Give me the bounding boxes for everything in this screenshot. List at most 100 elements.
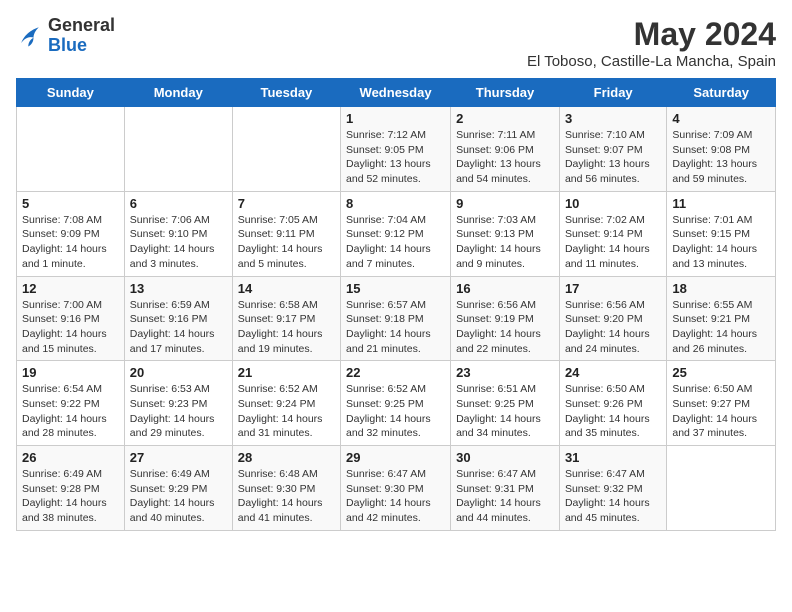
weekday-header-friday: Friday	[559, 79, 666, 107]
day-info: Sunrise: 6:57 AM Sunset: 9:18 PM Dayligh…	[346, 298, 445, 357]
day-number: 17	[565, 281, 661, 296]
calendar-cell: 25 Sunrise: 6:50 AM Sunset: 9:27 PM Dayli…	[667, 361, 776, 446]
calendar-cell: 20Sunrise: 6:53 AM Sunset: 9:23 PM Dayli…	[124, 361, 232, 446]
calendar-week-5: 26 Sunrise: 6:49 AM Sunset: 9:28 PM Dayli…	[17, 446, 776, 531]
day-number: 12	[22, 281, 119, 296]
day-info: Sunrise: 6:47 AM Sunset: 9:32 PM Dayligh…	[565, 467, 661, 526]
logo-text: General Blue	[48, 16, 115, 56]
day-info: Sunrise: 6:52 AM Sunset: 9:25 PM Dayligh…	[346, 382, 445, 441]
calendar-table: SundayMondayTuesdayWednesdayThursdayFrid…	[16, 78, 776, 531]
logo: General Blue	[16, 16, 115, 56]
day-number: 16	[456, 281, 554, 296]
calendar-cell: 8 Sunrise: 7:04 AM Sunset: 9:12 PM Daylig…	[341, 191, 451, 276]
day-number: 26	[22, 450, 119, 465]
location-title: El Toboso, Castille-La Mancha, Spain	[527, 53, 776, 70]
day-info: Sunrise: 6:56 AM Sunset: 9:20 PM Dayligh…	[565, 298, 661, 357]
calendar-cell: 5 Sunrise: 7:08 AM Sunset: 9:09 PM Daylig…	[17, 191, 125, 276]
day-number: 13	[130, 281, 227, 296]
day-info: Sunrise: 7:05 AM Sunset: 9:11 PM Dayligh…	[238, 213, 335, 272]
calendar-cell: 29 Sunrise: 6:47 AM Sunset: 9:30 PM Dayli…	[341, 446, 451, 531]
calendar-cell: 19 Sunrise: 6:54 AM Sunset: 9:22 PM Dayli…	[17, 361, 125, 446]
calendar-cell: 1 Sunrise: 7:12 AM Sunset: 9:05 PM Daylig…	[341, 107, 451, 192]
day-info: Sunrise: 7:11 AM Sunset: 9:06 PM Dayligh…	[456, 128, 554, 187]
calendar-cell: 16Sunrise: 6:56 AM Sunset: 9:19 PM Dayli…	[451, 276, 560, 361]
day-number: 7	[238, 196, 335, 211]
calendar-week-2: 5 Sunrise: 7:08 AM Sunset: 9:09 PM Daylig…	[17, 191, 776, 276]
calendar-header: SundayMondayTuesdayWednesdayThursdayFrid…	[17, 79, 776, 107]
calendar-cell: 4Sunrise: 7:09 AM Sunset: 9:08 PM Daylig…	[667, 107, 776, 192]
day-number: 8	[346, 196, 445, 211]
day-number: 31	[565, 450, 661, 465]
day-info: Sunrise: 6:58 AM Sunset: 9:17 PM Dayligh…	[238, 298, 335, 357]
day-number: 29	[346, 450, 445, 465]
calendar-cell: 10Sunrise: 7:02 AM Sunset: 9:14 PM Dayli…	[559, 191, 666, 276]
day-info: Sunrise: 6:50 AM Sunset: 9:26 PM Dayligh…	[565, 382, 661, 441]
day-info: Sunrise: 7:04 AM Sunset: 9:12 PM Dayligh…	[346, 213, 445, 272]
day-info: Sunrise: 6:51 AM Sunset: 9:25 PM Dayligh…	[456, 382, 554, 441]
calendar-cell: 7 Sunrise: 7:05 AM Sunset: 9:11 PM Daylig…	[232, 191, 340, 276]
day-info: Sunrise: 7:08 AM Sunset: 9:09 PM Dayligh…	[22, 213, 119, 272]
calendar-cell: 22 Sunrise: 6:52 AM Sunset: 9:25 PM Dayli…	[341, 361, 451, 446]
day-number: 10	[565, 196, 661, 211]
day-number: 3	[565, 111, 661, 126]
day-info: Sunrise: 6:55 AM Sunset: 9:21 PM Dayligh…	[672, 298, 770, 357]
day-info: Sunrise: 7:12 AM Sunset: 9:05 PM Dayligh…	[346, 128, 445, 187]
day-number: 23	[456, 365, 554, 380]
calendar-cell: 26 Sunrise: 6:49 AM Sunset: 9:28 PM Dayli…	[17, 446, 125, 531]
weekday-header-sunday: Sunday	[17, 79, 125, 107]
weekday-header-thursday: Thursday	[451, 79, 560, 107]
day-number: 25	[672, 365, 770, 380]
day-number: 27	[130, 450, 227, 465]
day-number: 28	[238, 450, 335, 465]
day-number: 1	[346, 111, 445, 126]
day-info: Sunrise: 7:00 AM Sunset: 9:16 PM Dayligh…	[22, 298, 119, 357]
day-info: Sunrise: 6:48 AM Sunset: 9:30 PM Dayligh…	[238, 467, 335, 526]
day-number: 22	[346, 365, 445, 380]
weekday-header-tuesday: Tuesday	[232, 79, 340, 107]
calendar-cell: 9Sunrise: 7:03 AM Sunset: 9:13 PM Daylig…	[451, 191, 560, 276]
logo-blue: Blue	[48, 35, 87, 55]
day-number: 15	[346, 281, 445, 296]
calendar-cell: 21Sunrise: 6:52 AM Sunset: 9:24 PM Dayli…	[232, 361, 340, 446]
calendar-cell: 12 Sunrise: 7:00 AM Sunset: 9:16 PM Dayli…	[17, 276, 125, 361]
calendar-cell: 14Sunrise: 6:58 AM Sunset: 9:17 PM Dayli…	[232, 276, 340, 361]
logo-icon	[16, 22, 44, 50]
weekday-header-wednesday: Wednesday	[341, 79, 451, 107]
day-info: Sunrise: 7:10 AM Sunset: 9:07 PM Dayligh…	[565, 128, 661, 187]
calendar-cell	[124, 107, 232, 192]
calendar-cell: 3 Sunrise: 7:10 AM Sunset: 9:07 PM Daylig…	[559, 107, 666, 192]
calendar-cell: 27Sunrise: 6:49 AM Sunset: 9:29 PM Dayli…	[124, 446, 232, 531]
day-number: 21	[238, 365, 335, 380]
weekday-header-saturday: Saturday	[667, 79, 776, 107]
calendar-week-3: 12 Sunrise: 7:00 AM Sunset: 9:16 PM Dayli…	[17, 276, 776, 361]
day-number: 5	[22, 196, 119, 211]
day-info: Sunrise: 7:09 AM Sunset: 9:08 PM Dayligh…	[672, 128, 770, 187]
day-info: Sunrise: 6:49 AM Sunset: 9:28 PM Dayligh…	[22, 467, 119, 526]
day-info: Sunrise: 7:06 AM Sunset: 9:10 PM Dayligh…	[130, 213, 227, 272]
calendar-cell: 18 Sunrise: 6:55 AM Sunset: 9:21 PM Dayli…	[667, 276, 776, 361]
day-number: 6	[130, 196, 227, 211]
day-number: 2	[456, 111, 554, 126]
page-header: General Blue May 2024 El Toboso, Castill…	[16, 16, 776, 70]
day-number: 11	[672, 196, 770, 211]
day-info: Sunrise: 6:50 AM Sunset: 9:27 PM Dayligh…	[672, 382, 770, 441]
calendar-cell: 6 Sunrise: 7:06 AM Sunset: 9:10 PM Daylig…	[124, 191, 232, 276]
day-number: 30	[456, 450, 554, 465]
day-number: 9	[456, 196, 554, 211]
calendar-cell: 15 Sunrise: 6:57 AM Sunset: 9:18 PM Dayli…	[341, 276, 451, 361]
day-info: Sunrise: 6:47 AM Sunset: 9:30 PM Dayligh…	[346, 467, 445, 526]
day-info: Sunrise: 6:54 AM Sunset: 9:22 PM Dayligh…	[22, 382, 119, 441]
logo-general: General	[48, 15, 115, 35]
title-area: May 2024 El Toboso, Castille-La Mancha, …	[527, 16, 776, 70]
calendar-cell: 28 Sunrise: 6:48 AM Sunset: 9:30 PM Dayli…	[232, 446, 340, 531]
calendar-cell: 31 Sunrise: 6:47 AM Sunset: 9:32 PM Dayli…	[559, 446, 666, 531]
day-info: Sunrise: 6:53 AM Sunset: 9:23 PM Dayligh…	[130, 382, 227, 441]
calendar-cell: 11Sunrise: 7:01 AM Sunset: 9:15 PM Dayli…	[667, 191, 776, 276]
day-number: 19	[22, 365, 119, 380]
calendar-week-1: 1 Sunrise: 7:12 AM Sunset: 9:05 PM Daylig…	[17, 107, 776, 192]
calendar-cell	[667, 446, 776, 531]
day-number: 18	[672, 281, 770, 296]
calendar-week-4: 19 Sunrise: 6:54 AM Sunset: 9:22 PM Dayli…	[17, 361, 776, 446]
calendar-cell: 24Sunrise: 6:50 AM Sunset: 9:26 PM Dayli…	[559, 361, 666, 446]
calendar-body: 1 Sunrise: 7:12 AM Sunset: 9:05 PM Daylig…	[17, 107, 776, 531]
